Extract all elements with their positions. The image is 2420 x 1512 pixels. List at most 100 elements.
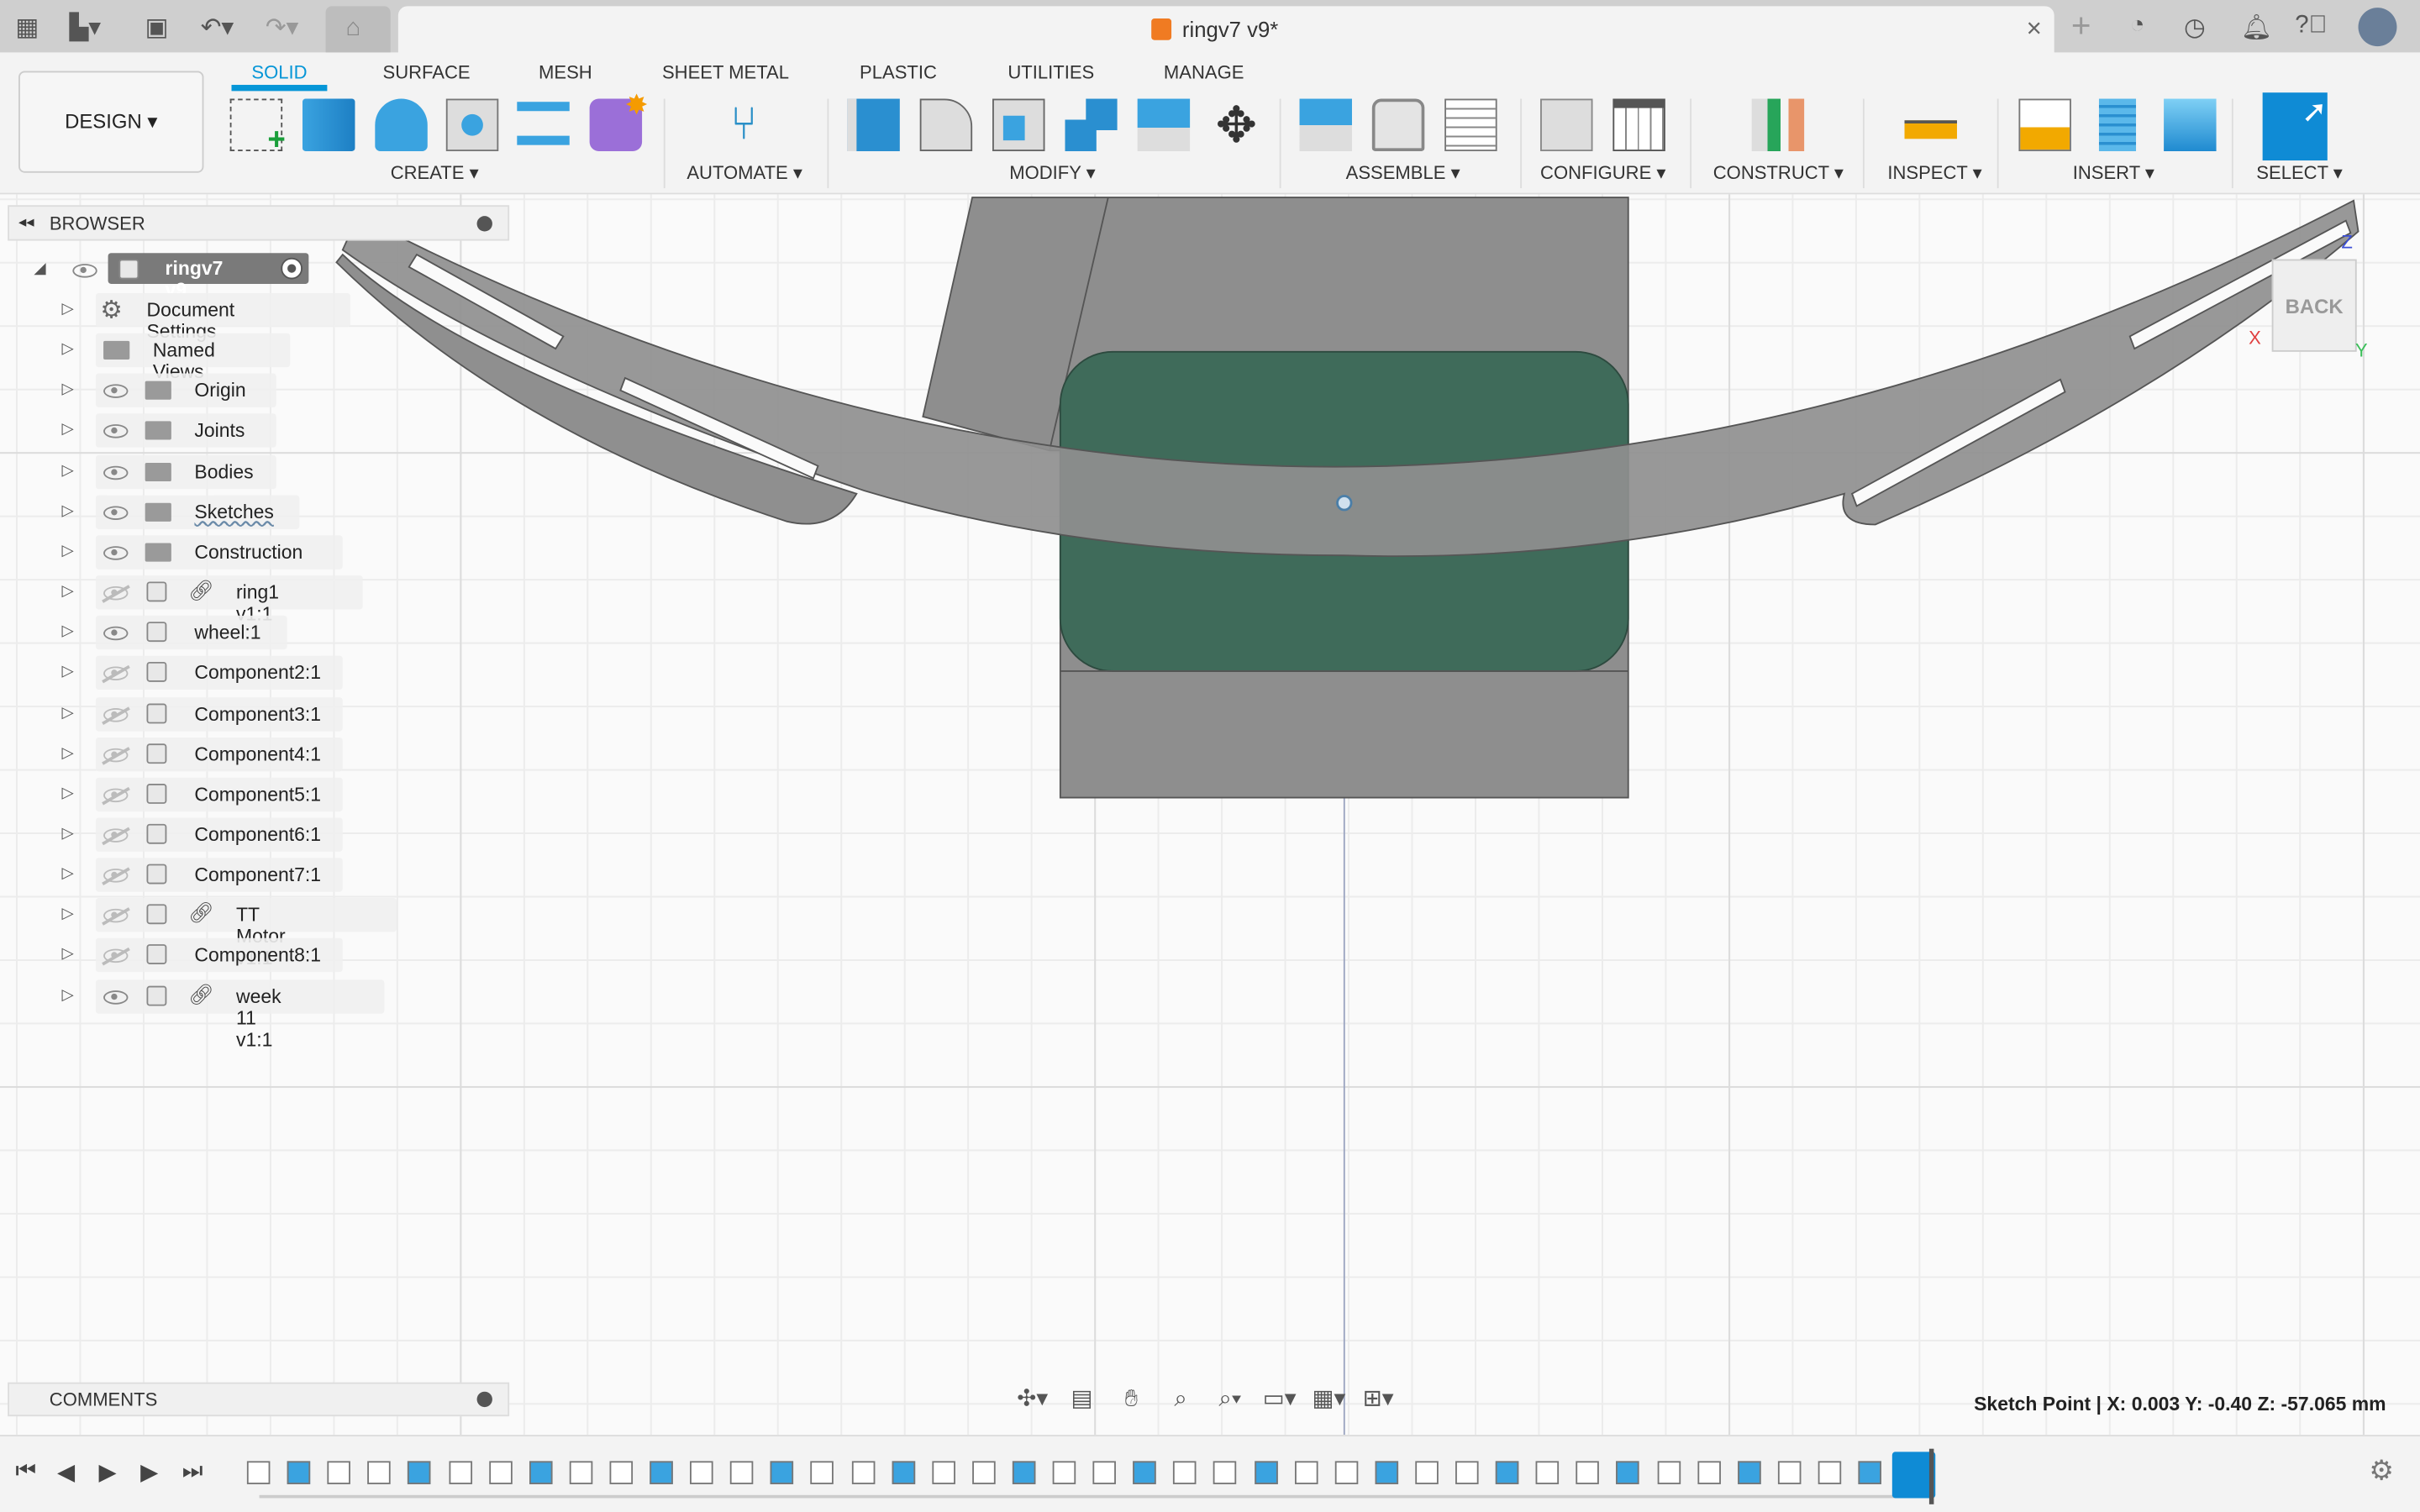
timeline-feature-icon[interactable] [1294,1461,1318,1484]
timeline-feature-icon[interactable] [609,1461,633,1484]
expand-triangle-icon[interactable]: ▷ [61,341,73,358]
browser-item-label: Origin [194,380,246,402]
expand-triangle-icon[interactable]: ▷ [61,947,73,963]
visibility-eye-icon[interactable] [103,586,129,601]
browser-pin-icon[interactable] [476,215,492,231]
folder-icon [145,381,171,401]
visibility-eye-icon[interactable] [103,465,129,480]
visibility-eye-icon[interactable] [72,264,97,278]
timeline-feature-icon[interactable] [408,1461,432,1484]
collapse-triangle-icon[interactable]: ◢ [34,260,45,277]
timeline-feature-icon[interactable] [850,1461,875,1484]
collapse-browser-icon[interactable]: ◂◂ [18,214,34,231]
visibility-eye-icon[interactable] [103,990,129,1004]
timeline-feature-icon[interactable] [529,1461,552,1484]
timeline: ⏮ ◀︎ ▶︎ ▶︎ ⏭ ⚙︎ [0,1435,2420,1512]
expand-triangle-icon[interactable]: ▷ [61,664,73,680]
timeline-feature-icon[interactable] [1656,1461,1681,1484]
expand-triangle-icon[interactable]: ▷ [61,422,73,438]
expand-triangle-icon[interactable]: ▷ [61,704,73,721]
expand-triangle-icon[interactable]: ▷ [61,826,73,843]
timeline-feature-icon[interactable] [327,1461,351,1484]
step-back-icon[interactable]: ◀︎ [57,1458,75,1486]
timeline-feature-icon[interactable] [1052,1461,1076,1484]
timeline-feature-icon[interactable] [1415,1461,1439,1484]
timeline-feature-icon[interactable] [1535,1461,1560,1484]
timeline-feature-icon[interactable] [1092,1461,1117,1484]
expand-triangle-icon[interactable]: ▷ [61,502,73,519]
timeline-feature-icon[interactable] [367,1461,392,1484]
timeline-feature-icon[interactable] [1818,1461,1842,1484]
grid-settings-icon[interactable]: ▦▾ [1307,1384,1350,1411]
timeline-feature-icon[interactable] [1375,1461,1398,1484]
visibility-eye-icon[interactable] [103,828,129,843]
timeline-feature-icon[interactable] [1737,1461,1761,1484]
timeline-feature-icon[interactable] [1012,1461,1036,1484]
play-icon[interactable]: ▶︎ [99,1458,117,1486]
timeline-feature-icon[interactable] [287,1461,311,1484]
viewports-icon[interactable]: ⊞▾ [1356,1384,1399,1411]
timeline-feature-icon[interactable] [1173,1461,1197,1484]
activate-radio[interactable] [281,257,302,280]
timeline-feature-icon[interactable] [1213,1461,1237,1484]
comments-panel[interactable]: COMMENTS [8,1382,510,1417]
timeline-feature-icon[interactable] [569,1461,592,1484]
expand-triangle-icon[interactable]: ▷ [61,866,73,883]
timeline-feature-icon[interactable] [891,1461,915,1484]
browser-item-label: Component4:1 [194,743,322,765]
visibility-eye-icon[interactable] [103,788,129,802]
timeline-feature-icon[interactable] [1616,1461,1640,1484]
visibility-eye-icon[interactable] [103,748,129,762]
timeline-settings-gear-icon[interactable]: ⚙︎ [2369,1455,2394,1488]
timeline-feature-icon[interactable] [246,1461,271,1484]
expand-triangle-icon[interactable]: ▷ [61,744,73,761]
timeline-feature-icon[interactable] [1697,1461,1721,1484]
timeline-feature-icon[interactable] [1576,1461,1600,1484]
timeline-feature-icon[interactable] [931,1461,955,1484]
expand-triangle-icon[interactable]: ▷ [61,462,73,479]
expand-triangle-icon[interactable]: ▷ [61,381,73,398]
browser-header[interactable]: ◂◂ BROWSER [8,205,510,241]
timeline-feature-icon[interactable] [690,1461,713,1484]
expand-triangle-icon[interactable]: ▷ [61,785,73,802]
visibility-eye-icon[interactable] [103,505,129,520]
timeline-feature-icon[interactable] [771,1461,794,1484]
timeline-feature-icon[interactable] [1495,1461,1519,1484]
timeline-feature-icon[interactable] [1254,1461,1277,1484]
design-canvas[interactable]: BACK Z X Y [0,194,2420,1436]
go-to-start-icon[interactable]: ⏮ [15,1458,36,1484]
timeline-feature-icon[interactable] [1777,1461,1802,1484]
expand-triangle-icon[interactable]: ▷ [61,906,73,923]
pan-hand-icon[interactable]: ✋︎ [1110,1384,1153,1410]
expand-triangle-icon[interactable]: ▷ [61,623,73,640]
expand-triangle-icon[interactable]: ▷ [61,583,73,600]
comments-expand-icon[interactable] [476,1391,492,1408]
visibility-eye-icon[interactable] [103,546,129,560]
browser-item-label: Sketches [194,501,274,523]
expand-triangle-icon[interactable]: ▷ [61,987,73,1004]
fit-zoom-icon[interactable]: ⌕▾ [1208,1384,1251,1410]
timeline-feature-icon[interactable] [811,1461,834,1484]
timeline-feature-icon[interactable] [730,1461,754,1484]
timeline-feature-icon[interactable] [1455,1461,1479,1484]
timeline-feature-icon[interactable] [1133,1461,1157,1484]
display-settings-icon[interactable]: ▭▾ [1258,1384,1301,1411]
timeline-marker[interactable] [1928,1448,1934,1504]
viewcube-face[interactable]: BACK [2286,294,2344,318]
timeline-feature-icon[interactable] [488,1461,513,1484]
timeline-feature-icon[interactable] [1334,1461,1358,1484]
timeline-feature-icon[interactable] [971,1461,996,1484]
look-at-icon[interactable]: ▤ [1060,1384,1103,1411]
timeline-feature-icon[interactable] [650,1461,673,1484]
expand-triangle-icon[interactable]: ▷ [61,543,73,559]
expand-triangle-icon[interactable]: ▷ [61,301,73,318]
timeline-feature-icon[interactable] [448,1461,472,1484]
visibility-eye-icon[interactable] [103,707,129,722]
timeline-feature-icon[interactable] [1858,1461,1881,1484]
viewcube[interactable]: BACK [2271,259,2357,352]
step-forward-icon[interactable]: ▶︎ [140,1458,158,1486]
browser-item-label: Component3:1 [194,702,322,725]
zoom-icon[interactable]: ⌕ [1159,1384,1202,1410]
go-to-end-icon[interactable]: ⏭ [182,1458,203,1484]
orbit-icon[interactable]: ✣▾ [1011,1384,1054,1411]
